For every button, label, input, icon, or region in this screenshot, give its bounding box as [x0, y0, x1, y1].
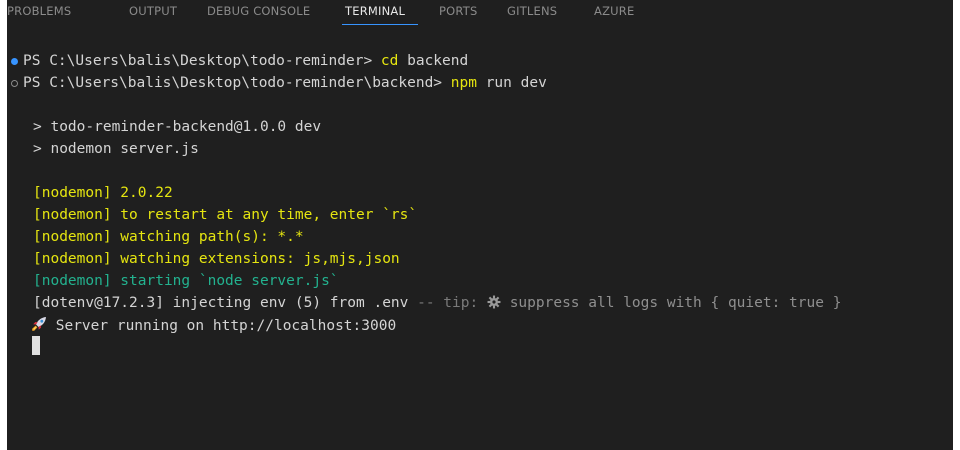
dotenv-tip-text: suppress all logs with { quiet: true } — [500, 295, 842, 311]
prompt-args: backend — [398, 53, 469, 69]
prompt-args: run dev — [476, 75, 547, 91]
prompt-path: PS C:\Users\balis\Desktop\todo-reminder> — [23, 53, 381, 69]
rocket-icon — [32, 317, 46, 331]
nodemon-start-line: [nodemon] starting `node server.js` — [33, 273, 339, 289]
dotenv-tip-prefix: -- tip: — [408, 295, 487, 311]
dotenv-log-line: [dotenv@17.2.3] injecting env (5) from .… — [33, 294, 841, 312]
dotenv-main-text: [dotenv@17.2.3] injecting env (5) from .… — [33, 295, 409, 311]
terminal-cursor — [32, 336, 40, 355]
npm-script-line: > nodemon server.js — [33, 141, 199, 157]
terminal-panel: PROBLEMS OUTPUT DEBUG CONSOLE TERMINAL P… — [7, 0, 953, 450]
nodemon-log-line: [nodemon] watching path(s): *.* — [33, 229, 304, 245]
command-running-dot[interactable] — [11, 80, 18, 87]
prompt-command: cd — [380, 53, 399, 69]
nodemon-log-line: [nodemon] watching extensions: js,mjs,js… — [33, 251, 400, 267]
terminal-prompt-line: PS C:\Users\balis\Desktop\todo-reminder>… — [23, 52, 468, 70]
server-running-text: Server running on http://localhost:3000 — [47, 318, 397, 334]
npm-script-line: > todo-reminder-backend@1.0.0 dev — [33, 119, 322, 135]
server-running-line: Server running on http://localhost:3000 — [31, 316, 396, 334]
nodemon-log-line: [nodemon] to restart at any time, enter … — [33, 207, 418, 223]
prompt-command: npm — [450, 75, 477, 91]
terminal-prompt-line: PS C:\Users\balis\Desktop\todo-reminder\… — [23, 74, 547, 92]
terminal-output[interactable]: PS C:\Users\balis\Desktop\todo-reminder>… — [7, 0, 953, 450]
gear-icon — [487, 295, 501, 309]
nodemon-log-line: [nodemon] 2.0.22 — [33, 185, 173, 201]
prompt-path: PS C:\Users\balis\Desktop\todo-reminder\… — [23, 75, 451, 91]
command-success-dot[interactable] — [11, 58, 18, 65]
